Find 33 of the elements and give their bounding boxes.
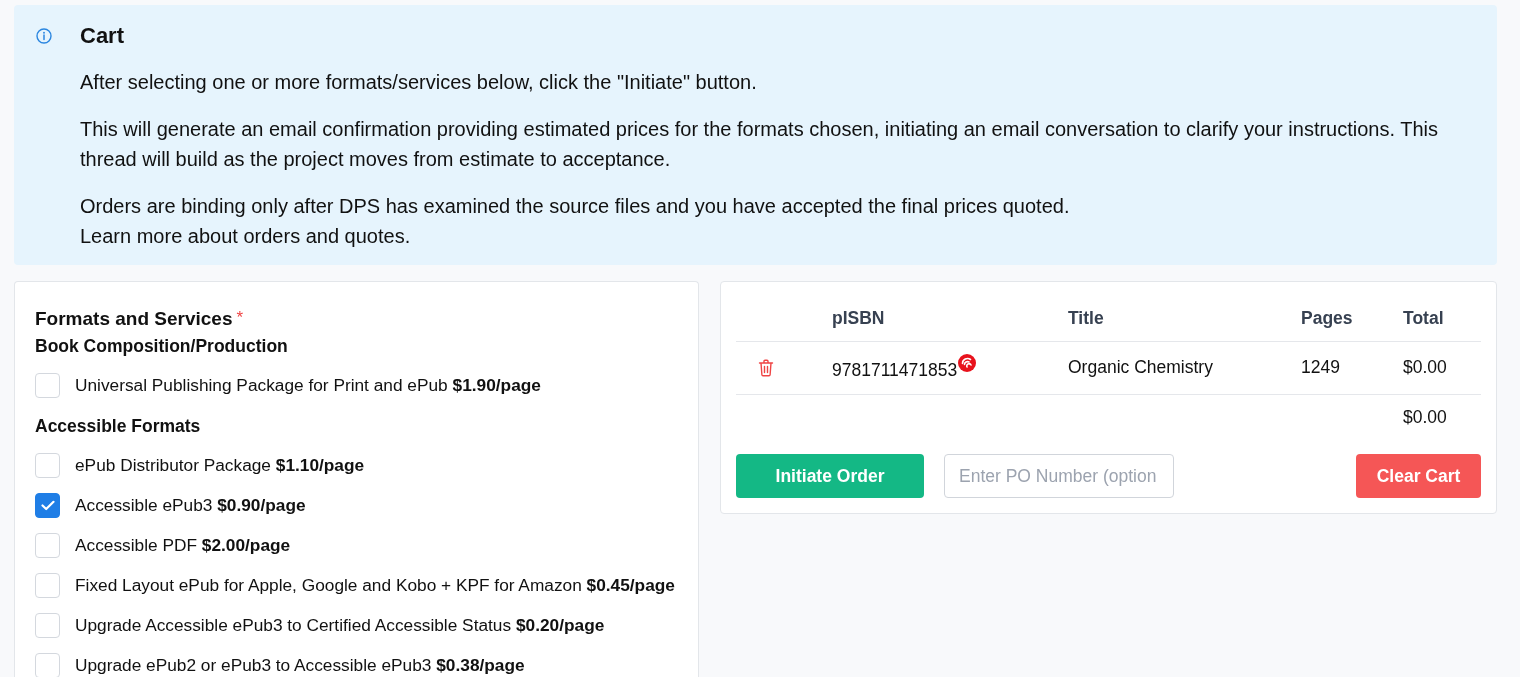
required-mark: * [236, 308, 244, 327]
initiate-order-button[interactable]: Initiate Order [736, 454, 924, 498]
option-label: Upgrade ePub2 or ePub3 to Accessible ePub3 $0.38/page [75, 654, 525, 676]
clear-cart-button[interactable]: Clear Cart [1356, 454, 1481, 498]
trash-icon[interactable] [758, 358, 774, 377]
alert-text: After selecting one or more formats/services below, click the "Initiate" button. [80, 70, 758, 95]
group-heading: Book Composition/Production [35, 335, 289, 357]
checkmark-icon [40, 499, 55, 511]
option-label: Upgrade Accessible ePub3 to Certified Accessible Status $0.20/page [75, 614, 605, 636]
info-icon [36, 28, 52, 44]
column-header: Total [1387, 297, 1481, 341]
alert-text: Orders are binding only after DPS has examined the source files and you have accepted the final prices quoted. [80, 194, 1071, 219]
checkbox[interactable] [35, 492, 60, 518]
alert-text: This will generate an email confirmation providing estimated prices for the formats chosen, initiating an email conversation to clarify your instructions. This thread will build as the project moves from estimate to acceptance. [80, 117, 1440, 172]
cart-total: $0.00 [1387, 394, 1481, 440]
column-header: Pages [1285, 297, 1387, 341]
po-number-field[interactable]: Enter PO Number (option [944, 454, 1174, 498]
option-label: ePub Distributor Package $1.10/page [75, 454, 365, 476]
option-label: Accessible ePub3 $0.90/page [75, 494, 306, 516]
table-cell: $0.00 [1387, 341, 1481, 394]
option-label: Accessible PDF $2.00/page [75, 534, 291, 556]
table-cell: 9781711471853 [832, 360, 958, 380]
group-heading: Accessible Formats [35, 415, 202, 437]
column-header: Title [1052, 297, 1285, 341]
swirl-icon [958, 354, 977, 372]
section-title: Formats and Services [35, 308, 233, 329]
table-cell: 1249 [1285, 341, 1387, 394]
option-label: Universal Publishing Package for Print and ePub $1.90/page [75, 374, 541, 396]
option-label: Fixed Layout ePub for Apple, Google and Kobo + KPF for Amazon $0.45/page [75, 574, 675, 596]
alert-title: Cart [80, 22, 125, 50]
table-cell: Organic Chemistry [1052, 341, 1285, 394]
column-header: pISBN [816, 297, 1052, 341]
alert-text: Learn more about orders and quotes. [80, 224, 412, 249]
